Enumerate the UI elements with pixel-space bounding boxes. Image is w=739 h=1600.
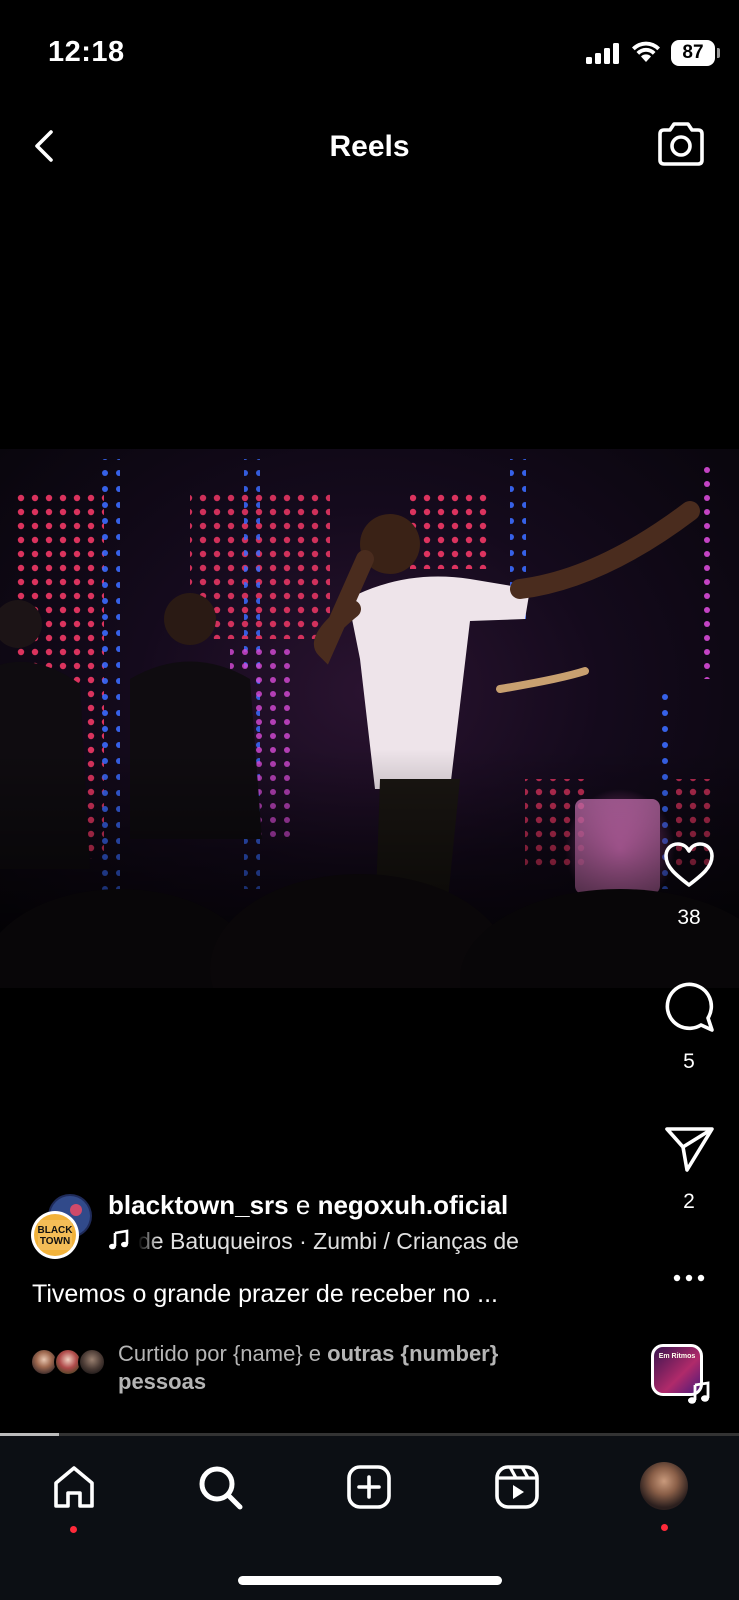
post-caption[interactable]: Tivemos o grande prazer de receber no ..…: [32, 1280, 498, 1309]
profile-notification-dot: [661, 1524, 668, 1531]
status-bar: 12:18 87: [0, 0, 739, 100]
concert-scene: [0, 459, 739, 988]
battery-indicator: 87: [671, 40, 720, 66]
like-action[interactable]: 38: [657, 840, 721, 930]
cellular-signal-icon: [586, 42, 622, 64]
tab-profile[interactable]: [634, 1462, 694, 1522]
home-notification-dot: [70, 1526, 77, 1533]
bottom-tab-bar: [0, 1436, 739, 1600]
create-icon[interactable]: [344, 1462, 394, 1512]
liker-avatar: [78, 1348, 106, 1376]
liked-by-prefix: Curtido por {name} e: [118, 1341, 322, 1366]
comment-icon[interactable]: [662, 980, 716, 1034]
liked-by[interactable]: Curtido por {name} e outras {number} pes…: [30, 1340, 590, 1400]
camera-icon[interactable]: [654, 120, 708, 170]
search-icon[interactable]: [195, 1462, 245, 1512]
home-icon[interactable]: [49, 1462, 99, 1512]
liked-by-others[interactable]: outras {number}: [327, 1341, 498, 1366]
tab-home[interactable]: [44, 1462, 104, 1522]
avatar-logo-line2: TOWN: [40, 1236, 70, 1247]
music-note-icon: [688, 1381, 710, 1404]
audio-attribution[interactable]: de Batuqueiros · Zumbi / Crianças de: [108, 1228, 568, 1255]
tab-reels[interactable]: [487, 1462, 547, 1522]
audio-title: de Batuqueiros · Zumbi / Crianças de: [138, 1228, 519, 1254]
avatar-logo-line1: BLACK: [38, 1225, 74, 1236]
author-primary-link[interactable]: blacktown_srs: [108, 1190, 289, 1220]
music-note-icon: [109, 1229, 129, 1250]
tab-search[interactable]: [190, 1462, 250, 1522]
author-secondary-link[interactable]: negoxuh.oficial: [318, 1190, 509, 1220]
reels-header: Reels: [0, 110, 739, 180]
home-indicator[interactable]: [238, 1576, 502, 1585]
liked-by-suffix: pessoas: [118, 1369, 207, 1394]
more-icon[interactable]: [669, 1272, 709, 1284]
page-title: Reels: [329, 130, 410, 163]
reels-icon[interactable]: [492, 1462, 542, 1512]
liked-by-text: Curtido por {name} e outras {number} pes…: [118, 1340, 498, 1396]
heart-icon[interactable]: [662, 840, 716, 890]
comment-action[interactable]: 5: [657, 980, 721, 1074]
likes-count: 38: [677, 906, 701, 929]
share-action[interactable]: 2: [657, 1124, 721, 1214]
profile-avatar[interactable]: [640, 1462, 688, 1510]
audio-thumbnail-text: Em Ritmos: [658, 1353, 696, 1360]
comments-count: 5: [683, 1050, 695, 1073]
shares-count: 2: [683, 1190, 695, 1213]
tab-create[interactable]: [339, 1462, 399, 1522]
status-time: 12:18: [48, 36, 125, 68]
wifi-icon: [632, 41, 660, 62]
post-authors: blacktown_srs e negoxuh.oficial: [108, 1190, 508, 1221]
author-avatar[interactable]: BLACK TOWN: [30, 1194, 96, 1260]
reel-video[interactable]: [0, 449, 739, 988]
authors-conjunction: e: [295, 1190, 311, 1220]
more-options-button[interactable]: [657, 1272, 721, 1284]
send-icon[interactable]: [662, 1124, 716, 1174]
liked-by-avatars: [30, 1348, 110, 1376]
